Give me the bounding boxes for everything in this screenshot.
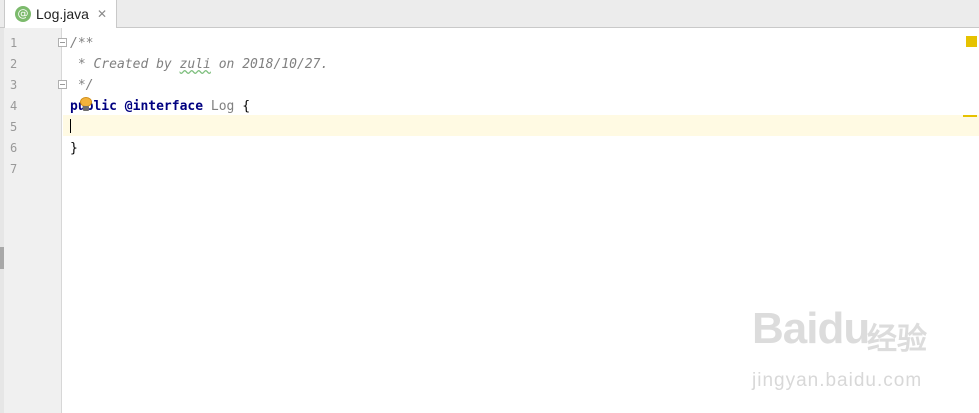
spelling-warning: zuli bbox=[179, 57, 211, 72]
line-number: 3 bbox=[10, 78, 18, 92]
type-name: Log bbox=[210, 99, 235, 114]
close-icon[interactable]: ✕ bbox=[97, 7, 107, 21]
line-number: 4 bbox=[10, 99, 18, 113]
line-number: 7 bbox=[10, 162, 18, 176]
tab-log-java[interactable]: @ Log.java ✕ bbox=[4, 0, 117, 28]
baidu-jingyan-watermark: Baidu 经验 jingyan.baidu.com bbox=[752, 304, 962, 394]
watermark-url: jingyan.baidu.com bbox=[752, 370, 923, 391]
editor-tab-bar: @ Log.java ✕ bbox=[0, 0, 979, 28]
line-number: 2 bbox=[10, 57, 18, 71]
code-line-4: public @interface Log { bbox=[70, 99, 251, 114]
watermark-cn: 经验 bbox=[867, 322, 927, 357]
code-line-1: /** bbox=[70, 36, 94, 51]
line-number: 5 bbox=[10, 120, 18, 134]
watermark-logo: Baidu bbox=[752, 304, 870, 353]
code-line-2: * Created by zuli on 2018/10/27. bbox=[70, 57, 329, 72]
code-line-3: */ bbox=[70, 78, 94, 93]
line-number: 6 bbox=[10, 141, 18, 155]
line-number-gutter: 1 2 3 4 5 6 7 bbox=[4, 28, 67, 413]
keyword-interface: @interface bbox=[124, 99, 204, 114]
tab-label: Log.java bbox=[36, 6, 89, 22]
annotation-icon: @ bbox=[15, 6, 31, 22]
line-number: 1 bbox=[10, 36, 18, 50]
code-line-6: } bbox=[70, 141, 78, 156]
intention-bulb-icon[interactable] bbox=[80, 97, 92, 111]
text-caret bbox=[70, 119, 71, 133]
error-stripe-marker[interactable] bbox=[963, 115, 977, 117]
keyword-public: public bbox=[70, 99, 117, 114]
current-line-highlight bbox=[63, 115, 979, 136]
inspection-status-icon[interactable] bbox=[966, 36, 977, 47]
